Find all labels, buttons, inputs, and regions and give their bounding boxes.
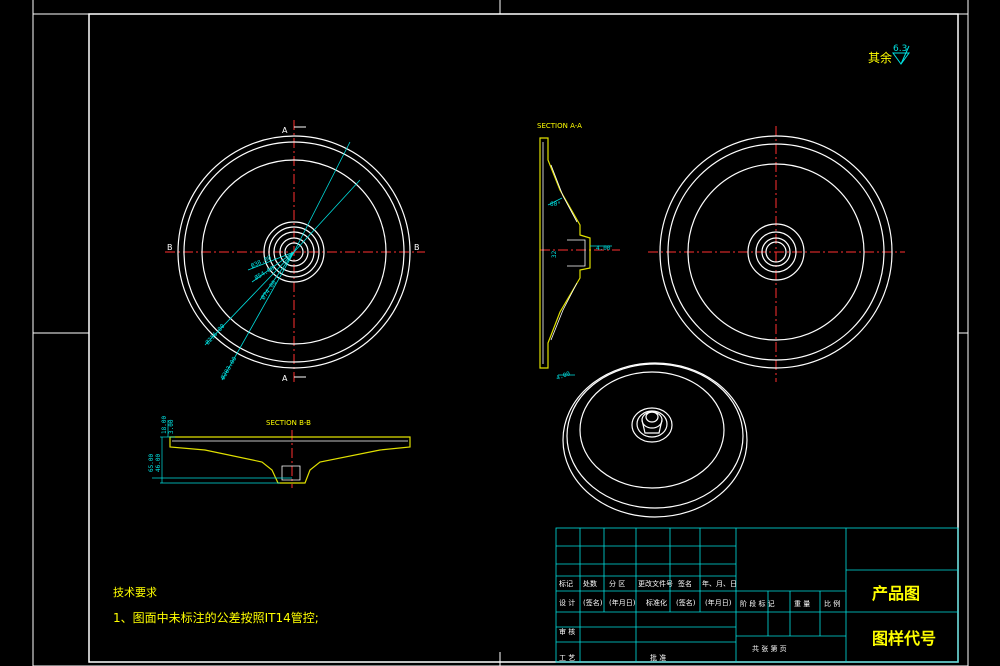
cut-letter-b-left: B [167, 243, 173, 252]
back-view [648, 126, 905, 382]
section-bb-inner [172, 440, 408, 481]
dim-bb-4: 65.00 [148, 454, 155, 472]
tb-header-3: 更改文件号 [638, 579, 673, 588]
cad-drawing: 其余 6.3 A A B B Ø38.00 Ø54.00 Ø74.00 Ø256… [32, 0, 969, 666]
section-bb-profile [169, 436, 411, 484]
tb-process: 工 艺 [559, 654, 575, 662]
front-view: A A B B Ø38.00 Ø54.00 Ø74.00 Ø256.00 Ø28… [165, 120, 425, 385]
title-block: 标记 处数 分 区 更改文件号 签名 年、月、日 设 计 (签名) (年月日) … [555, 527, 959, 663]
tb-weight-label: 重 量 [794, 600, 810, 608]
tb-sheet-text: 共 张 第 页 [752, 644, 787, 653]
tb-row2-5: (年月日) [705, 598, 732, 607]
dim-aa-angle: 60° [550, 201, 561, 208]
tb-product-name: 产品图 [872, 584, 920, 603]
surface-finish-label: 其余 [868, 50, 892, 65]
dim-aa-2: 32 [551, 250, 558, 258]
title-block-header-row: 标记 处数 分 区 更改文件号 签名 年、月、日 [559, 579, 737, 588]
dim-front-4: Ø256.00 [204, 323, 226, 347]
tb-row2-2: (年月日) [609, 598, 636, 607]
section-aa-inner [542, 142, 586, 364]
isometric-view [562, 362, 748, 518]
cut-letter-a-top: A [282, 126, 288, 135]
tb-row2-0: 设 计 [559, 598, 575, 607]
cut-letter-a-bottom: A [282, 374, 288, 383]
dim-bb-3: 46.00 [155, 454, 162, 472]
dim-aa-1: 4.00 [596, 245, 611, 252]
tb-row2-4: (签名) [676, 598, 696, 607]
tb-approve: 批 准 [650, 653, 666, 662]
tb-header-4: 签名 [678, 579, 692, 588]
dim-aa-3: 4.00 [555, 370, 571, 382]
section-aa-profile [539, 137, 591, 369]
notes-line-1: 1、图面中未标注的公差按照IT14管控; [113, 610, 319, 625]
dim-front-5: Ø283.00 [220, 355, 239, 381]
tb-review: 审 核 [559, 627, 575, 636]
title-block-lower-rows: 审 核 工 艺 批 准 [559, 627, 666, 662]
tb-header-1: 处数 [583, 579, 597, 588]
tb-header-2: 分 区 [609, 579, 625, 588]
tb-header-0: 标记 [559, 579, 573, 588]
notes-title: 技术要求 [113, 586, 157, 599]
front-view-dimension-leaders [204, 141, 361, 381]
dim-bb-1: 3.00 [168, 419, 175, 434]
technical-notes: 技术要求 1、图面中未标注的公差按照IT14管控; [113, 586, 319, 625]
tb-row2-3: 标准化 [646, 598, 667, 607]
dim-bb-2: 18.00 [161, 416, 168, 434]
section-aa-view: SECTION A-A 60° 4.00 32 4.00 [537, 122, 620, 382]
tb-header-5: 年、月、日 [702, 579, 737, 588]
section-bb-label: SECTION B-B [266, 419, 311, 427]
front-view-dimension-labels: Ø38.00 Ø54.00 Ø74.00 Ø256.00 Ø283.00 [204, 254, 278, 381]
centering-marks [32, 0, 969, 666]
sheet-border [32, 13, 969, 666]
section-bb-view: SECTION B-B 3.00 18.00 46.00 65.00 [148, 416, 411, 488]
dim-front-3: Ø74.00 [260, 279, 278, 301]
surface-finish-note: 其余 6.3 [868, 44, 910, 65]
title-block-design-row: 设 计 (签名) (年月日) 标准化 (签名) (年月日) [559, 598, 732, 607]
cut-letter-b-right: B [414, 243, 420, 252]
tb-drawing-code: 图样代号 [872, 629, 936, 648]
section-aa-label: SECTION A-A [537, 122, 582, 130]
drawing-frame [88, 13, 959, 663]
tb-scale-label: 比 例 [824, 599, 840, 608]
tb-stage-label: 阶 段 标 记 [740, 599, 775, 608]
tb-row2-1: (签名) [583, 598, 603, 607]
